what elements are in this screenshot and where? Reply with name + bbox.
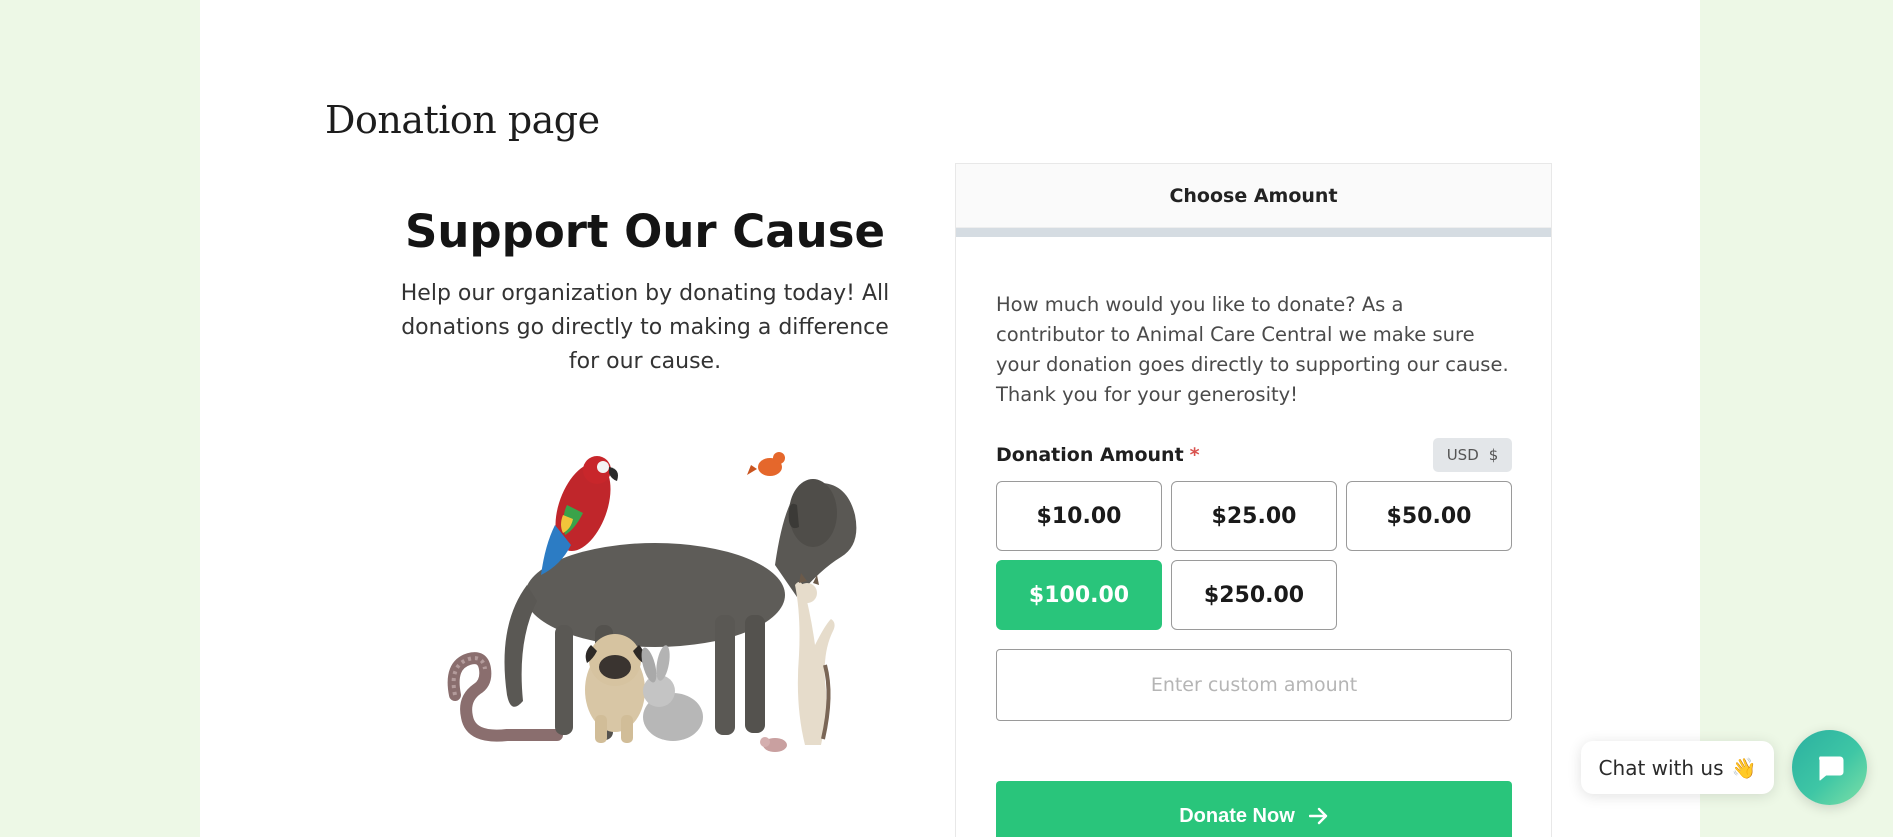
amount-button-label: $100.00 xyxy=(1028,582,1130,608)
arrow-right-icon xyxy=(1308,807,1327,825)
amount-button-10[interactable]: $10.00 xyxy=(996,481,1162,551)
waving-hand-icon: 👋 xyxy=(1731,755,1757,780)
pug-icon xyxy=(585,634,645,743)
chat-icon xyxy=(1818,756,1843,780)
step-progress-bar xyxy=(956,228,1551,237)
amount-button-250[interactable]: $250.00 xyxy=(1171,560,1337,630)
amount-button-label: $25.00 xyxy=(1211,503,1297,529)
animals-illustration xyxy=(447,452,857,752)
currency-selector[interactable]: USD $ xyxy=(1433,438,1512,472)
cat-icon xyxy=(795,573,835,745)
step-progress-fill xyxy=(956,228,1551,237)
amount-button-label: $250.00 xyxy=(1203,582,1305,608)
page-title: Donation page xyxy=(325,98,600,142)
donate-now-label: Donate Now xyxy=(1179,804,1295,827)
cause-description: Help our organization by donating today!… xyxy=(400,281,890,374)
donation-amount-label-text: Donation Amount xyxy=(996,444,1184,466)
chat-prompt-bubble[interactable]: Chat with us 👋 xyxy=(1581,741,1774,794)
mouse-icon xyxy=(760,737,787,752)
currency-symbol: $ xyxy=(1488,446,1499,464)
donation-description: How much would you like to donate? As a … xyxy=(996,293,1509,406)
amount-button-label: $10.00 xyxy=(1036,503,1122,529)
cause-heading: Support Our Cause xyxy=(404,205,886,258)
amount-button-25[interactable]: $25.00 xyxy=(1171,481,1337,551)
amount-button-100[interactable]: $100.00 xyxy=(996,560,1162,630)
page-container: Donation page Support Our Cause Help our… xyxy=(200,0,1700,837)
chat-launcher-button[interactable] xyxy=(1792,730,1867,805)
card-header: Choose Amount xyxy=(956,164,1551,228)
rabbit-icon xyxy=(641,645,703,741)
custom-amount-input[interactable] xyxy=(996,649,1512,721)
amount-button-50[interactable]: $50.00 xyxy=(1346,481,1512,551)
bird-icon xyxy=(747,452,785,476)
required-marker: * xyxy=(1189,444,1200,466)
donation-amount-label: Donation Amount * xyxy=(996,444,1200,466)
donate-now-button[interactable]: Donate Now xyxy=(996,781,1512,837)
currency-code: USD xyxy=(1446,446,1479,464)
chat-prompt-label: Chat with us xyxy=(1598,755,1724,780)
donation-amount-row: Donation Amount * USD $ xyxy=(996,438,1512,472)
amount-button-label: $50.00 xyxy=(1386,503,1472,529)
donation-card: Choose Amount How much would you like to… xyxy=(955,163,1552,837)
